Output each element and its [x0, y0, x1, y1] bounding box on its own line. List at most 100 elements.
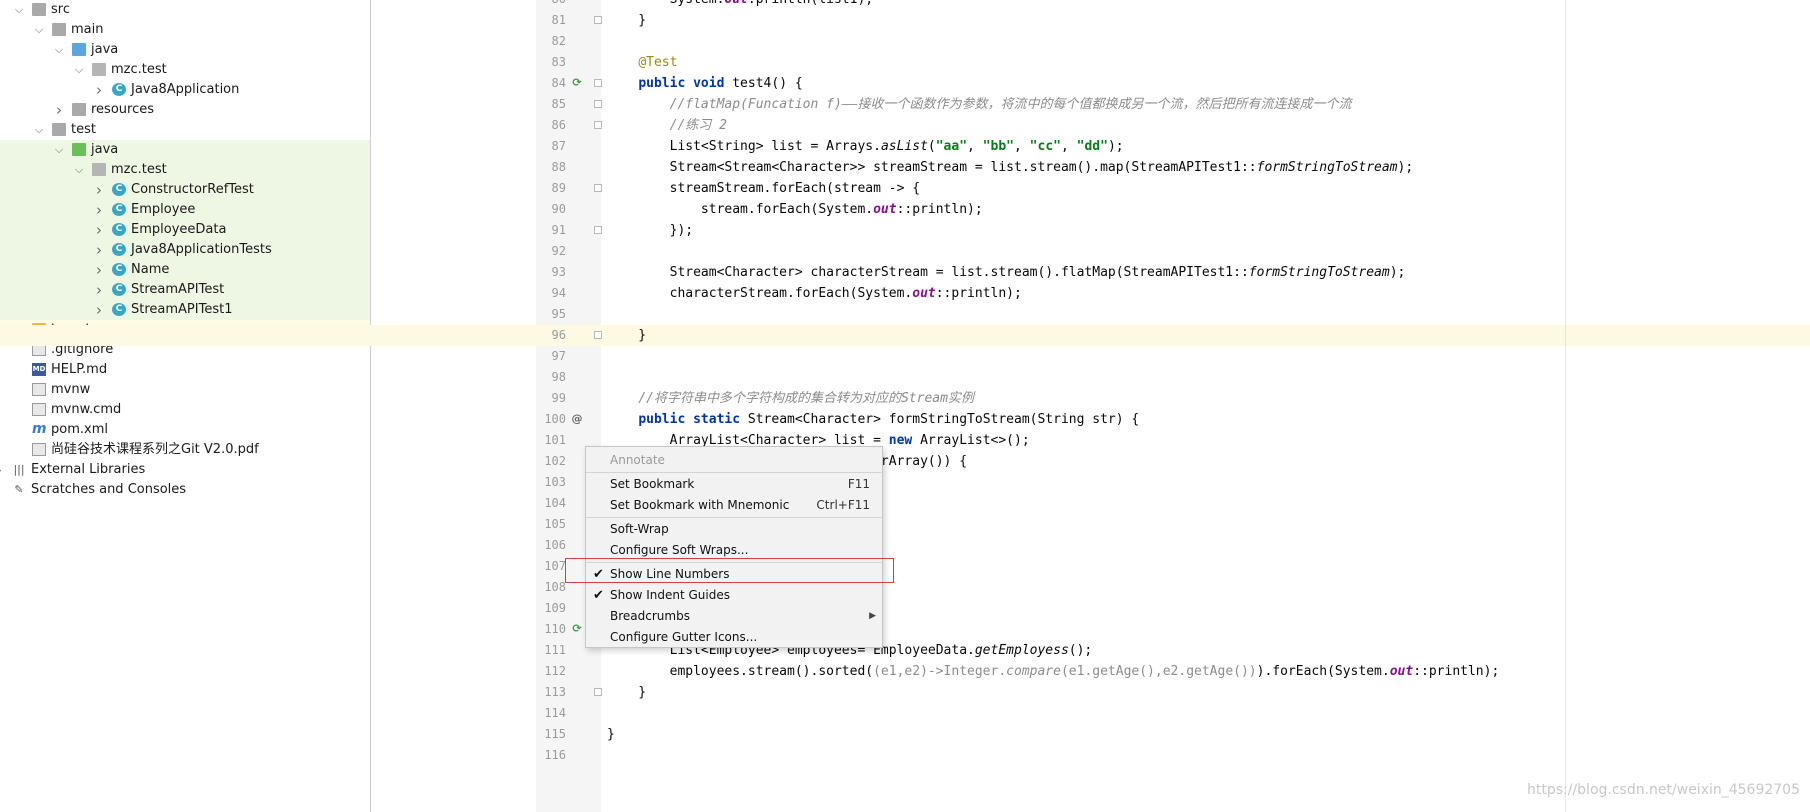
menu-item-soft-wrap[interactable]: Soft-Wrap [586, 519, 882, 540]
line-number: 85 [551, 97, 566, 111]
code-line: 89 streamStream.forEach(stream -> { [0, 178, 1810, 199]
editor-gutter-context-menu: Annotate Set Bookmark F11 Set Bookmark with… [585, 446, 883, 648]
code-text: } [607, 13, 647, 28]
fold-marker-icon[interactable] [594, 226, 602, 234]
code-text: employees.stream().sorted((e1,e2)->Integ… [607, 664, 1500, 679]
code-line: 100 @ public static Stream<Character> for… [0, 409, 1810, 430]
fold-marker-icon[interactable] [594, 121, 602, 129]
line-number: 98 [551, 370, 566, 384]
fold-marker-icon[interactable] [594, 184, 602, 192]
annotation-gutter-icon[interactable]: @ [571, 413, 583, 425]
fold-marker-icon[interactable] [594, 79, 602, 87]
line-number: 113 [544, 685, 566, 699]
line-number: 95 [551, 307, 566, 321]
code-line: 93 Stream<Character> characterStream = l… [0, 262, 1810, 283]
watermark: https://blog.csdn.net/weixin_45692705 [1526, 782, 1800, 798]
code-text: } [607, 685, 647, 700]
run-test-gutter-icon[interactable]: ⟳ [571, 77, 583, 89]
code-line: 108 [0, 577, 1810, 598]
line-number: 105 [544, 517, 566, 531]
code-text: //将字符串中多个字符构成的集合转为对应的Stream实例 [638, 391, 974, 406]
menu-item-label: Annotate [610, 453, 665, 467]
checkmark-icon: ✔ [593, 588, 604, 603]
line-number: 115 [544, 727, 566, 741]
code-line: 96 } [0, 325, 1810, 346]
menu-item-breadcrumbs[interactable]: Breadcrumbs ▶ [586, 606, 882, 627]
line-number: 88 [551, 160, 566, 174]
menu-item-label: Set Bookmark [610, 477, 695, 491]
code-text: List<String> list = Arrays.asList("aa", … [607, 139, 1124, 154]
line-number: 109 [544, 601, 566, 615]
code-line: 88 Stream<Stream<Character>> streamStrea… [0, 157, 1810, 178]
code-line: 92 [0, 241, 1810, 262]
code-line: 105 [0, 514, 1810, 535]
line-number: 91 [551, 223, 566, 237]
code-line: 94 characterStream.forEach(System.out::p… [0, 283, 1810, 304]
line-number: 102 [544, 454, 566, 468]
line-number: 111 [544, 643, 566, 657]
code-line: 104 [0, 493, 1810, 514]
code-line: 111 List<Employee> employees= EmployeeDa… [0, 640, 1810, 661]
menu-item-shortcut: Ctrl+F11 [816, 498, 870, 512]
code-text: Stream<Character> characterStream = list… [607, 265, 1406, 280]
code-line: 106 [0, 535, 1810, 556]
code-line: 109 [0, 598, 1810, 619]
fold-marker-icon[interactable] [594, 16, 602, 24]
code-text: public void test4() { [638, 76, 803, 91]
code-line: 82 [0, 31, 1810, 52]
code-line: 98 [0, 367, 1810, 388]
code-text: } [607, 727, 615, 742]
line-number: 92 [551, 244, 566, 258]
line-number: 100 [544, 412, 566, 426]
line-number: 93 [551, 265, 566, 279]
highlight-annotation-box [565, 558, 894, 583]
code-text: stream.forEach(System.out::println); [607, 202, 983, 217]
code-text: } [607, 328, 647, 343]
fold-marker-icon[interactable] [594, 688, 602, 696]
code-line: 99 //将字符串中多个字符构成的集合转为对应的Stream实例 [0, 388, 1810, 409]
code-line: 80 System.out.println(list1); [0, 0, 1810, 10]
code-text: }); [607, 223, 694, 238]
code-line: 103 [0, 472, 1810, 493]
menu-item-annotate: Annotate [586, 450, 882, 471]
line-number: 96 [551, 328, 566, 342]
code-line: 116 [0, 745, 1810, 766]
menu-separator [586, 517, 882, 518]
line-number: 103 [544, 475, 566, 489]
run-test-gutter-icon[interactable]: ⟳ [571, 623, 583, 635]
menu-item-shortcut: F11 [847, 477, 870, 491]
code-text: Stream<Stream<Character>> streamStream =… [607, 160, 1414, 175]
line-number: 80 [536, 0, 566, 10]
line-number: 87 [551, 139, 566, 153]
menu-item-label: Breadcrumbs [610, 609, 690, 623]
code-text: //练习 2 [669, 118, 727, 133]
menu-item-set-bookmark[interactable]: Set Bookmark F11 [586, 474, 882, 495]
code-line: 84 ⟳ public void test4() { [0, 73, 1810, 94]
code-line: 114 [0, 703, 1810, 724]
line-number: 82 [551, 34, 566, 48]
line-number: 112 [544, 664, 566, 678]
line-number: 110 [544, 622, 566, 636]
code-text: streamStream.forEach(stream -> { [607, 181, 921, 196]
code-line: 102 harArray()) { [0, 451, 1810, 472]
code-line: 91 }); [0, 220, 1810, 241]
code-text: characterStream.forEach(System.out::prin… [607, 286, 1022, 301]
code-text: //flatMap(Funcation f)——接收一个函数作为参数，将流中的每… [669, 97, 1352, 112]
menu-item-set-bookmark-mnemonic[interactable]: Set Bookmark with Mnemonic Ctrl+F11 [586, 495, 882, 516]
line-number: 114 [544, 706, 566, 720]
menu-separator [586, 472, 882, 473]
code-line: 85 //flatMap(Funcation f)——接收一个函数作为参数，将流… [0, 94, 1810, 115]
fold-marker-icon[interactable] [594, 331, 602, 339]
submenu-arrow-icon: ▶ [869, 611, 876, 621]
code-line: 107 [0, 556, 1810, 577]
line-number: 104 [544, 496, 566, 510]
line-number: 89 [551, 181, 566, 195]
fold-marker-icon[interactable] [594, 100, 602, 108]
line-number: 81 [551, 13, 566, 27]
code-text: public static Stream<Character> formStri… [638, 412, 1140, 427]
line-number: 116 [544, 748, 566, 762]
code-line: 86 //练习 2 [0, 115, 1810, 136]
menu-item-configure-gutter-icons[interactable]: Configure Gutter Icons... [586, 627, 882, 648]
menu-item-show-indent-guides[interactable]: ✔ Show Indent Guides [586, 585, 882, 606]
line-number: 84 [551, 76, 566, 90]
